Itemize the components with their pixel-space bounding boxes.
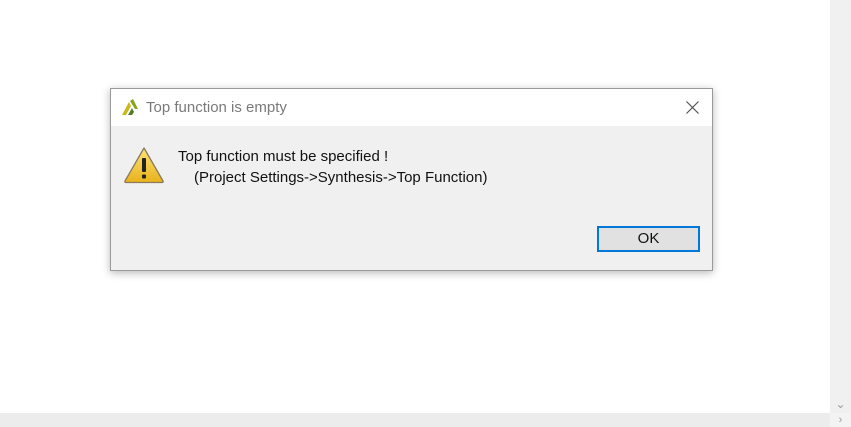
message-line-1: Top function must be specified ! (178, 148, 389, 165)
dialog-title: Top function is empty (146, 99, 287, 116)
xilinx-logo-icon (122, 99, 138, 115)
scroll-right-icon[interactable]: › (830, 413, 851, 427)
close-button[interactable] (672, 89, 712, 126)
dialog-titlebar[interactable]: Top function is empty (111, 89, 712, 126)
warning-icon (124, 147, 164, 184)
close-icon[interactable] (686, 101, 699, 114)
vertical-scrollbar[interactable]: ⌄ (830, 0, 851, 413)
background-window: ⌄ › Top function is empty Top function m… (0, 0, 851, 427)
scroll-down-icon[interactable]: ⌄ (830, 395, 851, 413)
horizontal-scrollbar[interactable] (0, 413, 830, 427)
dialog-message: Top function must be specified ! (Projec… (178, 146, 487, 188)
ok-button[interactable]: OK (597, 226, 700, 252)
message-line-2: (Project Settings->Synthesis->Top Functi… (194, 169, 488, 186)
error-dialog: Top function is empty Top function must … (110, 88, 713, 271)
